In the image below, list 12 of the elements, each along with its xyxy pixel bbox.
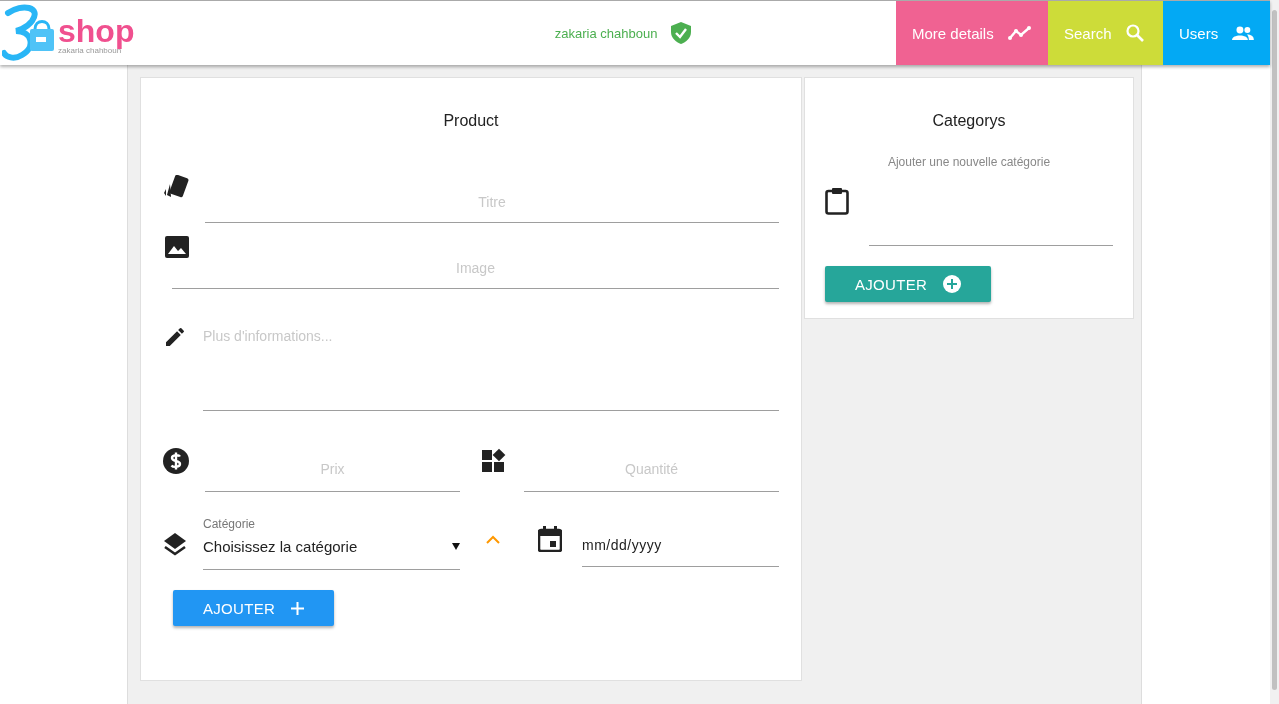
- user-name: zakaria chahboun: [554, 25, 658, 41]
- field-label: Catégorie: [203, 517, 257, 531]
- hint-text: Ajouter une nouvelle catégorie: [886, 155, 1052, 169]
- add-product-button[interactable]: AJOUTER: [173, 590, 335, 626]
- date-input[interactable]: mm/dd/yyyy: [582, 537, 779, 567]
- select-value: Choisissez la catégorie: [203, 538, 358, 555]
- category-select[interactable]: Catégorie Choisissez la catégorie: [203, 512, 460, 570]
- nav-link[interactable]: More details: [896, 1, 1048, 65]
- card-title: Product: [442, 111, 500, 131]
- add-category-button[interactable]: AJOUTER: [825, 266, 992, 302]
- nav-link[interactable]: Users: [1163, 1, 1270, 65]
- card-title: Categorys: [931, 111, 1007, 131]
